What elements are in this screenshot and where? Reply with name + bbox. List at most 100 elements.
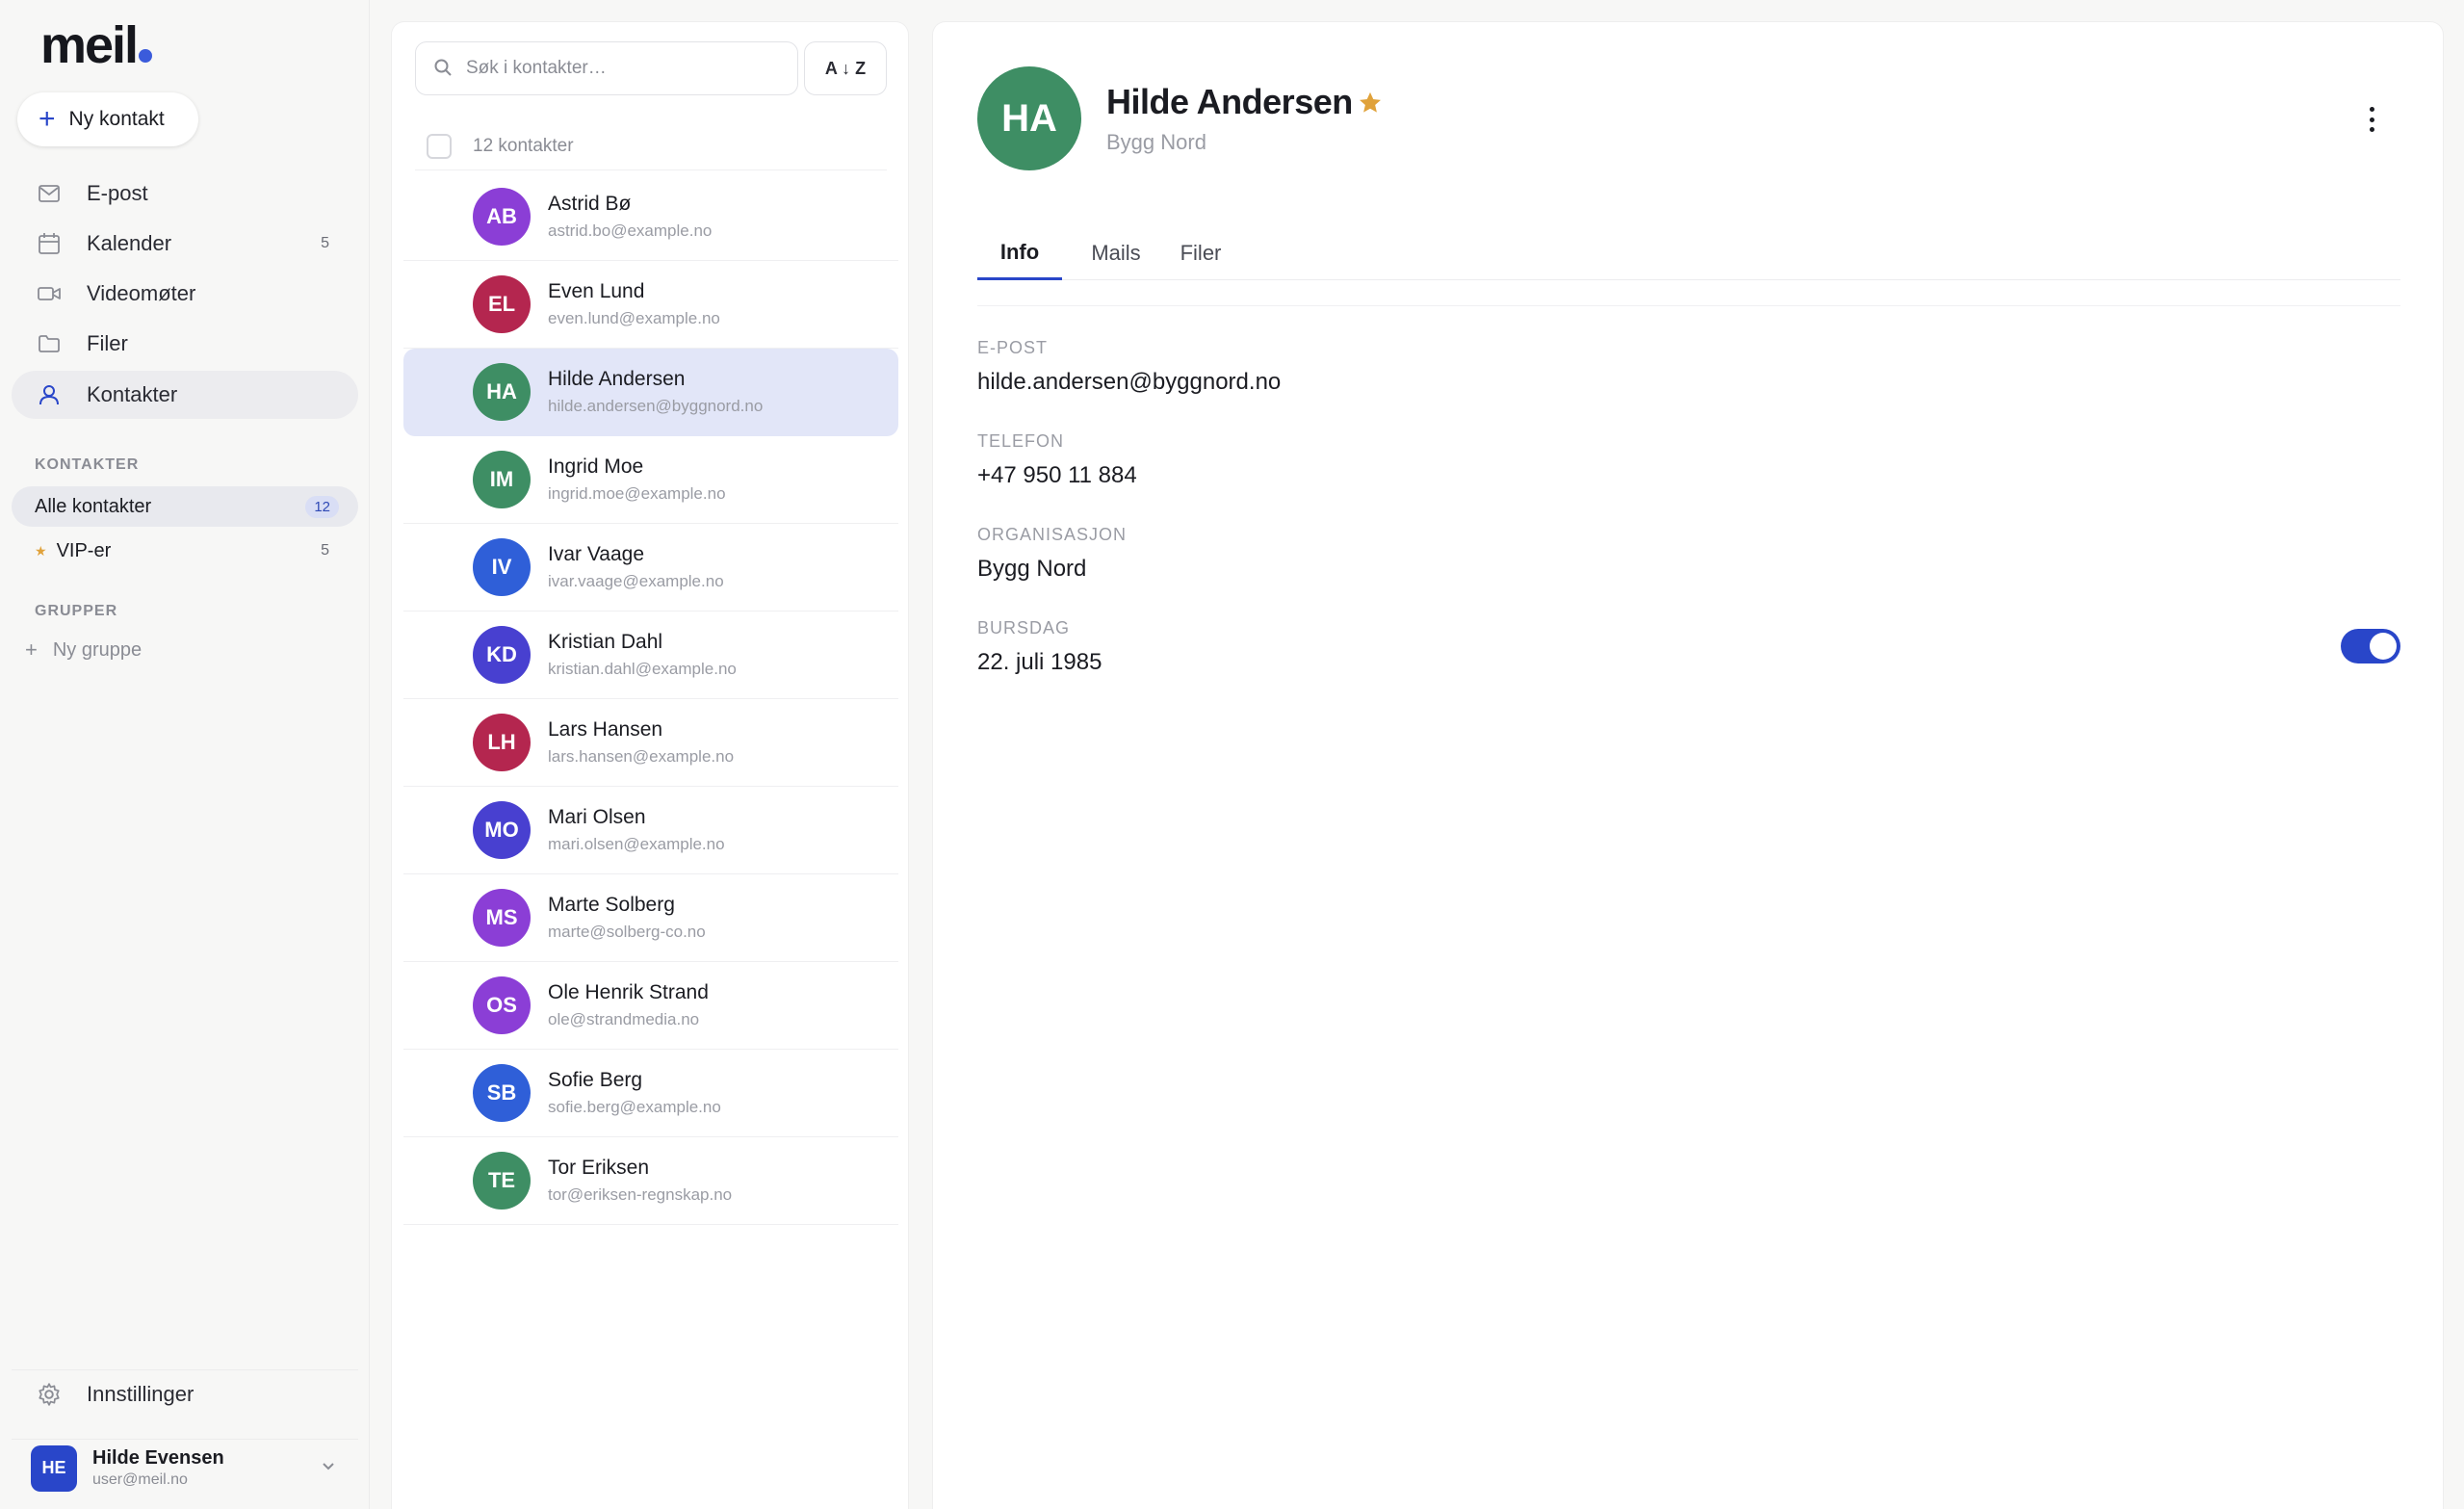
logo-dot bbox=[139, 49, 153, 63]
contact-name: Mari Olsen bbox=[548, 806, 646, 828]
new-contact-button[interactable]: + Ny kontakt bbox=[17, 92, 198, 146]
contact-avatar: MO bbox=[473, 801, 531, 859]
nav-label: Filer bbox=[87, 331, 128, 355]
nav-label: Kalender bbox=[87, 231, 172, 255]
contact-email: lars.hansen@example.no bbox=[548, 747, 735, 766]
tab-files[interactable]: Filer bbox=[1170, 226, 1232, 280]
contact-email: even.lund@example.no bbox=[548, 309, 720, 327]
new-group-button[interactable]: + Ny gruppe bbox=[25, 637, 142, 663]
contact-email: mari.olsen@example.no bbox=[548, 835, 725, 853]
sort-button[interactable]: A ↓ Z bbox=[804, 41, 887, 95]
contact-rows: AB Astrid Bø astrid.bo@example.no EL Even Lu… bbox=[403, 173, 898, 1225]
contact-email: ole@strandmedia.no bbox=[548, 1010, 700, 1028]
gear-icon bbox=[37, 1382, 62, 1407]
nav-item-video[interactable]: Videomøter bbox=[12, 270, 358, 318]
contact-count: 12 kontakter bbox=[473, 135, 574, 156]
search-box[interactable] bbox=[415, 41, 798, 95]
select-all-checkbox[interactable] bbox=[427, 133, 452, 159]
mail-icon bbox=[37, 181, 62, 206]
contact-list-panel: A ↓ Z 12 kontakter AB Astrid Bø astrid.bo@… bbox=[391, 21, 909, 1509]
contact-text: Ivar Vaage ivar.vaage@example.no bbox=[548, 543, 724, 591]
contact-row[interactable]: TE Tor Eriksen tor@eriksen-regnskap.no bbox=[403, 1137, 898, 1225]
contact-avatar: OS bbox=[473, 976, 531, 1034]
contact-row[interactable]: AB Astrid Bø astrid.bo@example.no bbox=[403, 173, 898, 261]
contact-avatar: HA bbox=[977, 66, 1081, 170]
nav-label: E-post bbox=[87, 181, 148, 205]
contact-text: Kristian Dahl kristian.dahl@example.no bbox=[548, 631, 737, 679]
nav-item-files[interactable]: Filer bbox=[12, 320, 358, 368]
contact-text: Lars Hansen lars.hansen@example.no bbox=[548, 718, 734, 767]
nav-item-contacts[interactable]: Kontakter bbox=[12, 371, 358, 419]
plus-icon: + bbox=[39, 103, 56, 135]
chevron-down-icon[interactable] bbox=[320, 1457, 337, 1479]
contact-text: Ole Henrik Strand ole@strandmedia.no bbox=[548, 981, 709, 1029]
contact-row[interactable]: IV Ivar Vaage ivar.vaage@example.no bbox=[403, 524, 898, 611]
star-icon: ★ bbox=[35, 542, 47, 559]
new-group-label: Ny gruppe bbox=[52, 638, 143, 661]
contact-avatar: TE bbox=[473, 1152, 531, 1210]
contact-row[interactable]: OS Ole Henrik Strand ole@strandmedia.no bbox=[403, 962, 898, 1050]
contact-row[interactable]: MO Mari Olsen mari.olsen@example.no bbox=[403, 787, 898, 874]
organization-label: ORGANISASJON bbox=[977, 525, 1128, 544]
contact-email: ingrid.moe@example.no bbox=[548, 484, 726, 503]
contact-name: Marte Solberg bbox=[548, 894, 675, 916]
contact-text: Tor Eriksen tor@eriksen-regnskap.no bbox=[548, 1157, 732, 1205]
contact-text: Even Lund even.lund@example.no bbox=[548, 280, 720, 328]
user-menu[interactable]: HE Hilde Evensen user@meil.no bbox=[12, 1439, 358, 1496]
contact-email: ivar.vaage@example.no bbox=[548, 572, 724, 590]
contact-text: Hilde Andersen hilde.andersen@byggnord.no bbox=[548, 368, 763, 416]
contact-row[interactable]: IM Ingrid Moe ingrid.moe@example.no bbox=[403, 436, 898, 524]
divider bbox=[977, 305, 2400, 306]
email-value[interactable]: hilde.andersen@byggnord.no bbox=[977, 369, 1281, 396]
detail-tabs: Info Mails Filer bbox=[977, 226, 2400, 280]
tab-info[interactable]: Info bbox=[977, 226, 1062, 280]
person-icon bbox=[37, 382, 62, 407]
birthday-toggle[interactable] bbox=[2341, 629, 2400, 663]
contact-avatar: MS bbox=[473, 889, 531, 947]
contact-name: Ivar Vaage bbox=[548, 543, 645, 565]
search-input[interactable] bbox=[466, 58, 774, 79]
filter-vip[interactable]: ★ VIP-er 5 bbox=[12, 531, 358, 571]
plus-icon: + bbox=[25, 637, 38, 662]
email-label: E-POST bbox=[977, 338, 1049, 357]
contact-name: Lars Hansen bbox=[548, 718, 663, 741]
more-options-icon[interactable] bbox=[2360, 103, 2383, 136]
filter-label: VIP-er bbox=[56, 539, 112, 561]
contact-email: kristian.dahl@example.no bbox=[548, 660, 737, 678]
contact-text: Astrid Bø astrid.bo@example.no bbox=[548, 193, 712, 241]
contact-avatar: IV bbox=[473, 538, 531, 596]
phone-label: TELEFON bbox=[977, 431, 1065, 451]
contact-row[interactable]: MS Marte Solberg marte@solberg-co.no bbox=[403, 874, 898, 962]
contact-avatar: HA bbox=[473, 363, 531, 421]
phone-value[interactable]: +47 950 11 884 bbox=[977, 462, 1137, 489]
nav-label: Videomøter bbox=[87, 281, 196, 305]
contact-row[interactable]: SB Sofie Berg sofie.berg@example.no bbox=[403, 1050, 898, 1137]
user-avatar: HE bbox=[31, 1444, 77, 1492]
contact-row[interactable]: KD Kristian Dahl kristian.dahl@example.no bbox=[403, 611, 898, 699]
contact-email: sofie.berg@example.no bbox=[548, 1098, 721, 1116]
nav-item-email[interactable]: E-post bbox=[12, 169, 358, 218]
contact-avatar: AB bbox=[473, 188, 531, 246]
contact-name: Even Lund bbox=[548, 280, 645, 302]
contacts-section-label: KONTAKTER bbox=[35, 456, 140, 473]
contact-text: Ingrid Moe ingrid.moe@example.no bbox=[548, 455, 726, 504]
contact-text: Mari Olsen mari.olsen@example.no bbox=[548, 806, 725, 854]
tab-mails[interactable]: Mails bbox=[1077, 226, 1154, 280]
contact-row[interactable]: HA Hilde Andersen hilde.andersen@byggnord.… bbox=[403, 349, 898, 436]
nav-item-calendar[interactable]: Kalender 5 bbox=[12, 220, 358, 268]
contact-email: astrid.bo@example.no bbox=[548, 221, 713, 240]
filter-all-contacts[interactable]: Alle kontakter 12 bbox=[12, 486, 358, 527]
contact-email: hilde.andersen@byggnord.no bbox=[548, 397, 764, 415]
contact-row[interactable]: EL Even Lund even.lund@example.no bbox=[403, 261, 898, 349]
contact-avatar: SB bbox=[473, 1064, 531, 1122]
nav-label: Kontakter bbox=[87, 382, 178, 406]
contact-email: tor@eriksen-regnskap.no bbox=[548, 1185, 733, 1204]
contact-name: Ingrid Moe bbox=[548, 455, 644, 478]
organization-value: Bygg Nord bbox=[977, 556, 1087, 582]
settings-button[interactable]: Innstillinger bbox=[12, 1369, 358, 1418]
birthday-label: BURSDAG bbox=[977, 618, 1071, 637]
contact-avatar: LH bbox=[473, 714, 531, 771]
star-icon[interactable] bbox=[1357, 90, 1384, 117]
app-logo[interactable]: meil bbox=[40, 15, 153, 75]
contact-row[interactable]: LH Lars Hansen lars.hansen@example.no bbox=[403, 699, 898, 787]
